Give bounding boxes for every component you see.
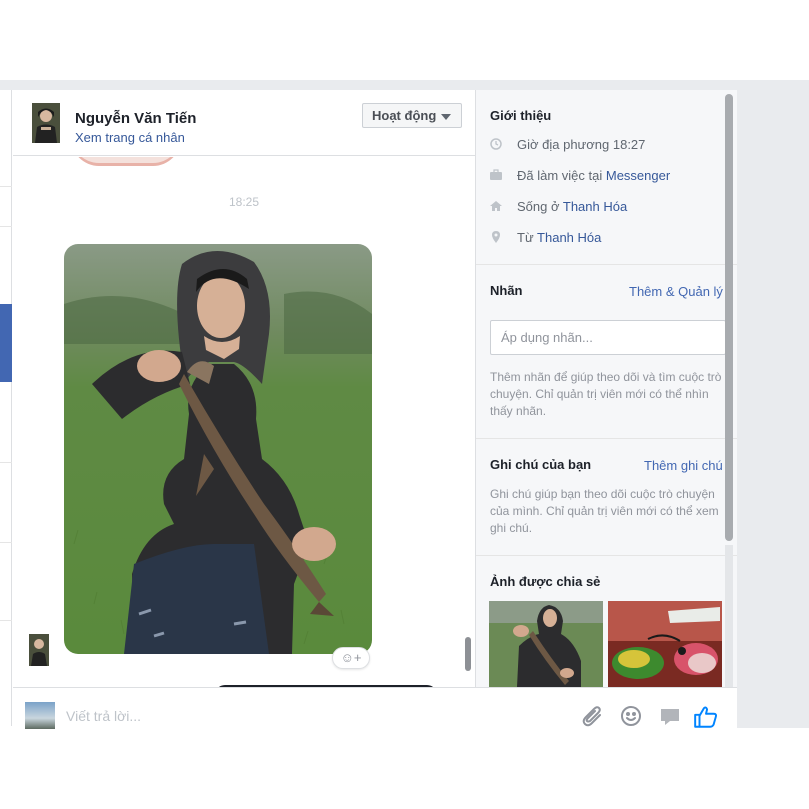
page-right-gutter [737,80,809,728]
selected-conversation-indicator[interactable] [0,304,12,382]
home-icon [490,200,502,212]
status-label: Hoạt động [372,108,437,123]
shared-photo-thumbnail[interactable] [608,601,722,687]
add-note-link[interactable]: Thêm ghi chú [644,458,723,473]
notes-title: Ghi chú của bạn [490,457,592,472]
labels-title: Nhãn [490,283,523,298]
work-link[interactable]: Messenger [606,168,670,183]
chevron-down-icon [441,114,451,120]
lives-link[interactable]: Thanh Hóa [563,199,627,214]
message-timestamp: 18:25 [228,195,260,209]
info-panel-scrollbar[interactable] [725,94,733,541]
avatar[interactable] [32,103,60,143]
emoji-icon[interactable] [619,704,643,728]
add-reaction-icon: ☺+ [340,650,362,665]
from-prefix: Từ [517,230,534,245]
sender-avatar[interactable] [29,634,49,666]
sticker-icon[interactable] [658,704,682,728]
contact-name[interactable]: Nguyễn Văn Tiến [75,110,196,127]
notes-help-text: Ghi chú giúp bạn theo dõi cuộc trò chuyệ… [490,487,719,535]
previous-message-bubble[interactable] [71,157,181,163]
from-link[interactable]: Thanh Hóa [537,230,601,245]
scrollbar-track [725,545,733,687]
conversation-info-panel: Giới thiệu Giờ địa phương 18:27 Đã làm v… [475,90,737,687]
local-time-text: Giờ địa phương 18:27 [517,137,646,152]
thumbs-up-icon[interactable] [693,704,717,728]
paperclip-icon[interactable] [581,704,605,728]
location-pin-icon [490,231,502,243]
avatar [25,702,55,729]
conversation-list-edge[interactable] [0,90,12,726]
lives-prefix: Sống ở [517,199,560,214]
labels-help-text: Thêm nhãn để giúp theo dõi và tìm cuộc t… [490,370,722,418]
briefcase-icon [490,169,502,181]
apply-label-input[interactable]: Áp dụng nhãn... [490,320,726,355]
shared-photos-title: Ảnh được chia sẻ [490,574,601,589]
add-reaction-button[interactable]: ☺+ [332,647,370,669]
message-composer: Viết trả lời... [13,687,737,729]
shared-photo-thumbnail[interactable] [489,601,603,687]
intro-title: Giới thiệu [490,108,552,123]
thread-scrollbar[interactable] [465,637,471,671]
shared-photo-message[interactable] [64,244,372,654]
status-dropdown[interactable]: Hoạt động [362,103,462,128]
view-profile-link[interactable]: Xem trang cá nhân [75,130,185,145]
intro-section: Giới thiệu Giờ địa phương 18:27 Đã làm v… [476,90,737,265]
clock-icon [490,138,502,150]
work-prefix: Đã làm việc tại [517,168,603,183]
reply-input[interactable]: Viết trả lời... [66,708,141,724]
add-manage-labels-link[interactable]: Thêm & Quản lý [629,284,723,299]
conversation-header: Nguyễn Văn Tiến Xem trang cá nhân Hoạt đ… [13,90,475,156]
page-top-border [0,80,809,90]
message-thread[interactable]: 18:25 ☺+ [13,157,475,687]
